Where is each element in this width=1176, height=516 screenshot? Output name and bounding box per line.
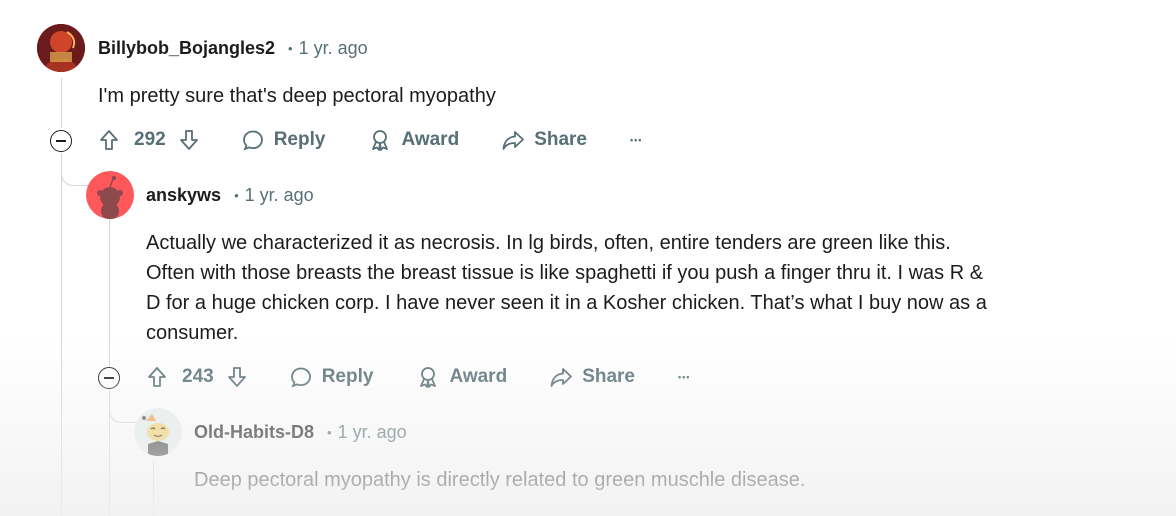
comment-body: I'm pretty sure that's deep pectoral myo…	[98, 85, 496, 107]
award-button[interactable]: Award	[416, 365, 507, 389]
avatar[interactable]	[134, 408, 182, 456]
share-label: Share	[534, 129, 587, 150]
comment-body: Actually we characterized it as necrosis…	[146, 228, 1156, 348]
upvote-button[interactable]	[145, 365, 169, 389]
comment-meta: anskyws • 1 yr. ago	[146, 183, 314, 207]
separator-dot: •	[327, 424, 332, 440]
vote-score: 292	[134, 129, 166, 150]
timestamp[interactable]: 1 yr. ago	[338, 422, 407, 443]
comment-body-line: D for a huge chicken corp. I have never …	[146, 292, 987, 314]
comment-body-line: consumer.	[146, 322, 239, 344]
downvote-button[interactable]	[225, 365, 249, 389]
upvote-icon	[100, 130, 118, 150]
more-options-icon[interactable]: •••	[630, 135, 642, 145]
avatar[interactable]	[86, 171, 134, 219]
username[interactable]: anskyws	[146, 185, 221, 206]
comment-actions: 292 Reply Award Share •••	[97, 124, 642, 156]
collapse-icon[interactable]	[50, 130, 72, 152]
reply-label: Reply	[321, 366, 374, 387]
comment-body-line: Often with those breasts the breast tiss…	[146, 262, 984, 284]
share-button[interactable]: Share	[501, 128, 587, 152]
vote-score: 243	[182, 366, 214, 387]
upvote-icon	[148, 367, 166, 387]
comment-meta: Old-Habits-D8 • 1 yr. ago	[194, 420, 407, 444]
share-icon	[502, 131, 525, 150]
thread-connector	[61, 153, 88, 186]
reply-label: Reply	[273, 129, 326, 150]
timestamp[interactable]: 1 yr. ago	[299, 38, 368, 59]
username[interactable]: Old-Habits-D8	[194, 422, 314, 443]
timestamp[interactable]: 1 yr. ago	[245, 185, 314, 206]
reply-icon	[242, 130, 263, 151]
upvote-button[interactable]	[97, 128, 121, 152]
award-button[interactable]: Award	[368, 128, 459, 152]
thread-line-level1-lower[interactable]	[61, 153, 62, 516]
avatar[interactable]	[37, 24, 85, 72]
share-label: Share	[582, 366, 635, 387]
comment-actions: 243 Reply Award Share •••	[145, 361, 690, 393]
collapse-icon[interactable]	[98, 367, 120, 389]
comment-meta: Billybob_Bojangles2 • 1 yr. ago	[98, 36, 368, 60]
award-icon	[372, 130, 389, 151]
more-options-icon[interactable]: •••	[678, 372, 690, 382]
comment-body: Deep pectoral myopathy is directly relat…	[194, 469, 806, 491]
award-label: Award	[401, 129, 460, 150]
comment-body-line: Actually we characterized it as necrosis…	[146, 232, 951, 254]
thread-line-level3[interactable]	[153, 462, 154, 516]
thread-line-level2[interactable]	[109, 218, 110, 366]
username[interactable]: Billybob_Bojangles2	[98, 38, 275, 59]
separator-dot: •	[288, 40, 293, 56]
share-button[interactable]: Share	[549, 365, 635, 389]
reply-icon	[290, 367, 311, 388]
share-icon	[550, 368, 573, 387]
downvote-button[interactable]	[177, 128, 201, 152]
thread-connector	[109, 390, 136, 423]
reply-button[interactable]: Reply	[241, 128, 326, 152]
award-label: Award	[449, 366, 508, 387]
downvote-icon	[179, 130, 198, 150]
reply-button[interactable]: Reply	[289, 365, 374, 389]
thread-line-level1[interactable]	[61, 78, 62, 128]
downvote-icon	[227, 367, 246, 387]
award-icon	[420, 367, 437, 388]
separator-dot: •	[234, 187, 239, 203]
